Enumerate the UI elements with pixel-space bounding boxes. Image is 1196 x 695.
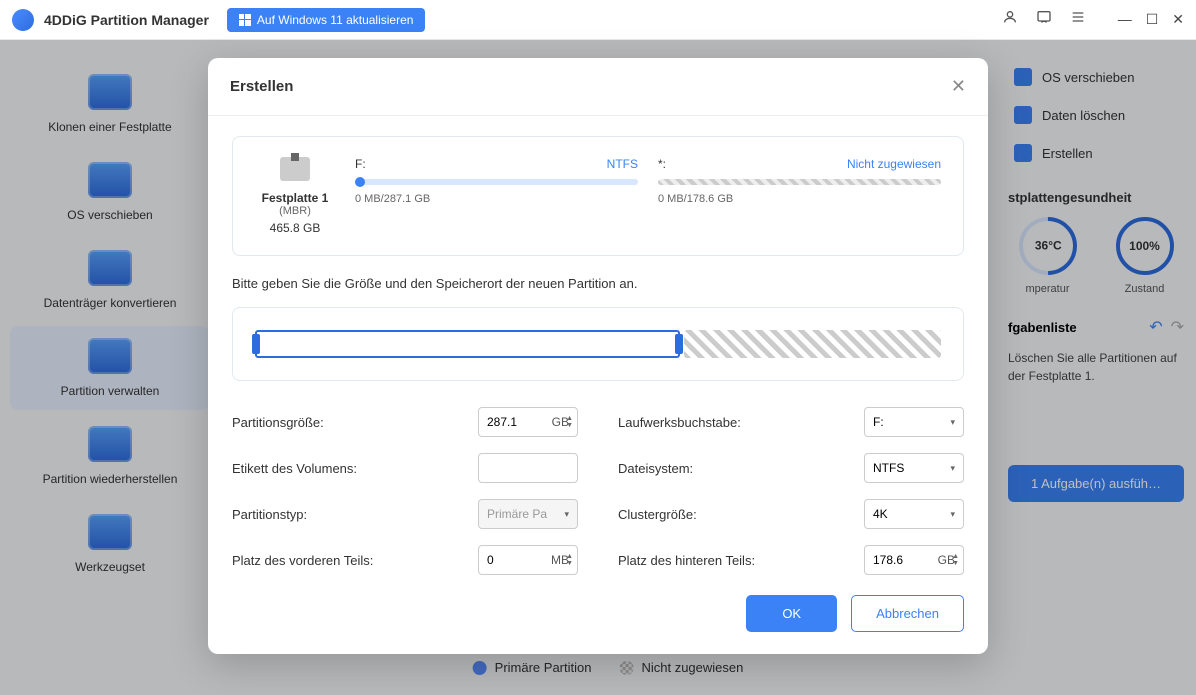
windows-icon [239,14,251,26]
modal-title: Erstellen [230,78,293,95]
label-filesystem: Dateisystem: [618,461,852,476]
select-drive-letter[interactable]: F: [864,407,964,437]
spinner-arrows-icon[interactable]: ▲▼ [952,553,959,567]
modal-overlay: Erstellen ✕ Festplatte 1 (MBR) 465.8 GB … [0,40,1196,695]
select-partition-type: Primäre Pa [478,499,578,529]
update-windows-button[interactable]: Auf Windows 11 aktualisieren [227,8,426,32]
cancel-button[interactable]: Abbrechen [851,595,964,632]
partition-letter: *: [658,157,666,171]
modal-close-button[interactable]: ✕ [951,76,966,97]
minimize-button[interactable]: — [1118,11,1132,28]
input-partition-size[interactable]: 287.1GB▲▼ [478,407,578,437]
partition-size-editor[interactable] [232,307,964,381]
partition-f[interactable]: F: NTFS 0 MB/287.1 GB [355,157,638,235]
disk-name: Festplatte 1 [262,191,329,205]
app-logo-icon [12,9,34,31]
disk-size: 465.8 GB [270,221,321,235]
disk-summary: Festplatte 1 (MBR) 465.8 GB F: NTFS 0 MB/… [232,136,964,256]
partition-bar [355,179,638,185]
update-label: Auf Windows 11 aktualisieren [257,13,414,27]
ok-button[interactable]: OK [746,595,837,632]
label-volume-label: Etikett des Volumens: [232,461,466,476]
partition-usage: 0 MB/178.6 GB [658,193,941,205]
select-cluster-size[interactable]: 4K [864,499,964,529]
user-icon[interactable] [1002,9,1018,30]
size-handle[interactable] [255,330,680,358]
partition-letter: F: [355,157,366,171]
spinner-arrows-icon[interactable]: ▲▼ [566,415,573,429]
input-space-after[interactable]: 178.6GB▲▼ [864,545,964,575]
maximize-button[interactable]: ☐ [1146,11,1159,28]
label-drive-letter: Laufwerksbuchstabe: [618,415,852,430]
feedback-icon[interactable] [1036,9,1052,30]
input-space-before[interactable]: 0MB▲▼ [478,545,578,575]
close-button[interactable]: ✕ [1172,11,1184,28]
size-free-region [684,330,941,358]
label-partition-size: Partitionsgröße: [232,415,466,430]
title-bar: 4DDiG Partition Manager Auf Windows 11 a… [0,0,1196,40]
label-space-after: Platz des hinteren Teils: [618,553,852,568]
disk-type: (MBR) [279,205,311,217]
label-cluster-size: Clustergröße: [618,507,852,522]
instruction-text: Bitte geben Sie die Größe und den Speich… [232,276,964,291]
partition-unallocated[interactable]: *: Nicht zugewiesen 0 MB/178.6 GB [658,157,941,235]
select-filesystem[interactable]: NTFS [864,453,964,483]
partition-fs: Nicht zugewiesen [847,157,941,171]
app-title: 4DDiG Partition Manager [44,12,209,28]
partition-usage: 0 MB/287.1 GB [355,193,638,205]
partition-bar [658,179,941,185]
disk-icon [280,157,310,181]
create-partition-modal: Erstellen ✕ Festplatte 1 (MBR) 465.8 GB … [208,58,988,654]
partition-fs: NTFS [607,157,638,171]
label-partition-type: Partitionstyp: [232,507,466,522]
menu-icon[interactable] [1070,9,1086,30]
spinner-arrows-icon[interactable]: ▲▼ [566,553,573,567]
input-volume-label[interactable] [478,453,578,483]
label-space-before: Platz des vorderen Teils: [232,553,466,568]
